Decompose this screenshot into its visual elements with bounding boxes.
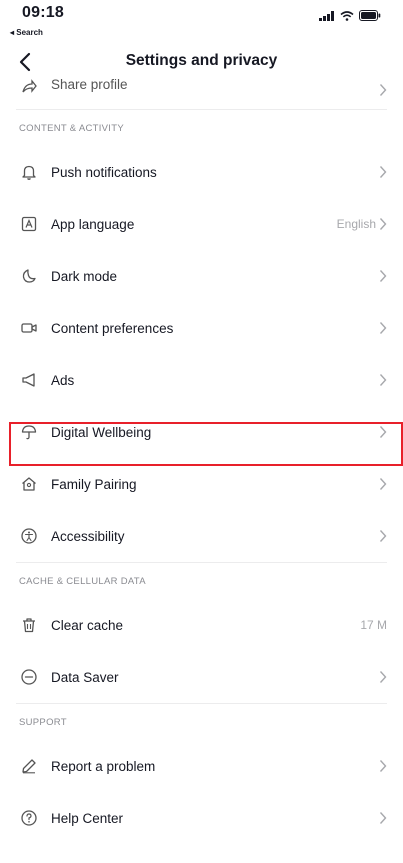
settings-row-label: Ads (51, 372, 75, 388)
settings-row-family-pairing[interactable]: Family Pairing (0, 458, 403, 510)
settings-row-share-profile[interactable]: Share profile (0, 63, 403, 109)
video-icon (19, 318, 39, 338)
chevron-right-icon (379, 322, 387, 334)
settings-row-digital-wellbeing[interactable]: Digital Wellbeing (0, 406, 403, 458)
settings-row-label: Report a problem (51, 758, 156, 774)
chevron-right-icon (379, 218, 387, 230)
section-header-support: SUPPORT (19, 716, 67, 728)
chevron-right-icon (379, 166, 387, 178)
settings-row-app-language[interactable]: App language English (0, 198, 403, 250)
settings-row-label: Data Saver (51, 669, 119, 685)
settings-row-label: Family Pairing (51, 476, 137, 492)
settings-row-label: Push notifications (51, 164, 157, 180)
status-time: 09:18 (22, 4, 64, 21)
settings-row-label: App language (51, 216, 135, 232)
settings-row-label: Share profile (51, 77, 128, 92)
settings-row-accessibility[interactable]: Accessibility (0, 510, 403, 562)
settings-row-label: Digital Wellbeing (51, 424, 152, 440)
language-icon (19, 214, 39, 234)
settings-row-dark-mode[interactable]: Dark mode (0, 250, 403, 302)
settings-row-label: Clear cache (51, 617, 124, 633)
moon-icon (19, 266, 39, 286)
data-saver-icon (19, 667, 39, 687)
settings-row-value: English (336, 217, 376, 231)
settings-row-ads[interactable]: Ads (0, 354, 403, 406)
trash-icon (19, 615, 39, 635)
status-bar: 09:18 ◂ Search (0, 0, 403, 40)
settings-row-label: Content preferences (51, 320, 174, 336)
share-icon (19, 77, 39, 97)
settings-row-label: Help Center (51, 810, 124, 826)
settings-row-report-problem[interactable]: Report a problem (0, 740, 403, 792)
status-back-to-search[interactable]: ◂ Search (10, 28, 43, 37)
chevron-right-icon (379, 270, 387, 282)
chevron-right-icon (379, 812, 387, 824)
bell-icon (19, 162, 39, 182)
settings-row-help-center[interactable]: Help Center (0, 792, 403, 844)
settings-row-value: 17 M (360, 618, 387, 632)
chevron-right-icon (379, 426, 387, 438)
cellular-signal-icon (319, 10, 334, 21)
settings-row-label: Accessibility (51, 528, 125, 544)
megaphone-icon (19, 370, 39, 390)
chevron-right-icon (379, 530, 387, 542)
settings-list: Share profile CONTENT & ACTIVITY Push no… (0, 63, 403, 844)
settings-row-push-notifications[interactable]: Push notifications (0, 146, 403, 198)
chevron-right-icon (379, 760, 387, 772)
section-header-content-activity: CONTENT & ACTIVITY (19, 122, 124, 134)
chevron-right-icon (379, 374, 387, 386)
home-icon (19, 474, 39, 494)
battery-icon (359, 10, 381, 21)
chevron-right-icon (379, 671, 387, 683)
settings-row-content-preferences[interactable]: Content preferences (0, 302, 403, 354)
accessibility-icon (19, 526, 39, 546)
pencil-icon (19, 756, 39, 776)
settings-row-clear-cache[interactable]: Clear cache 17 M (0, 599, 403, 651)
help-icon (19, 808, 39, 828)
chevron-right-icon (379, 478, 387, 490)
umbrella-icon (19, 422, 39, 442)
chevron-right-icon (379, 84, 387, 96)
status-icons (319, 10, 381, 21)
wifi-icon (340, 10, 354, 21)
settings-row-data-saver[interactable]: Data Saver (0, 651, 403, 703)
section-header-cache-cellular: CACHE & CELLULAR DATA (19, 575, 146, 587)
settings-row-label: Dark mode (51, 268, 118, 284)
